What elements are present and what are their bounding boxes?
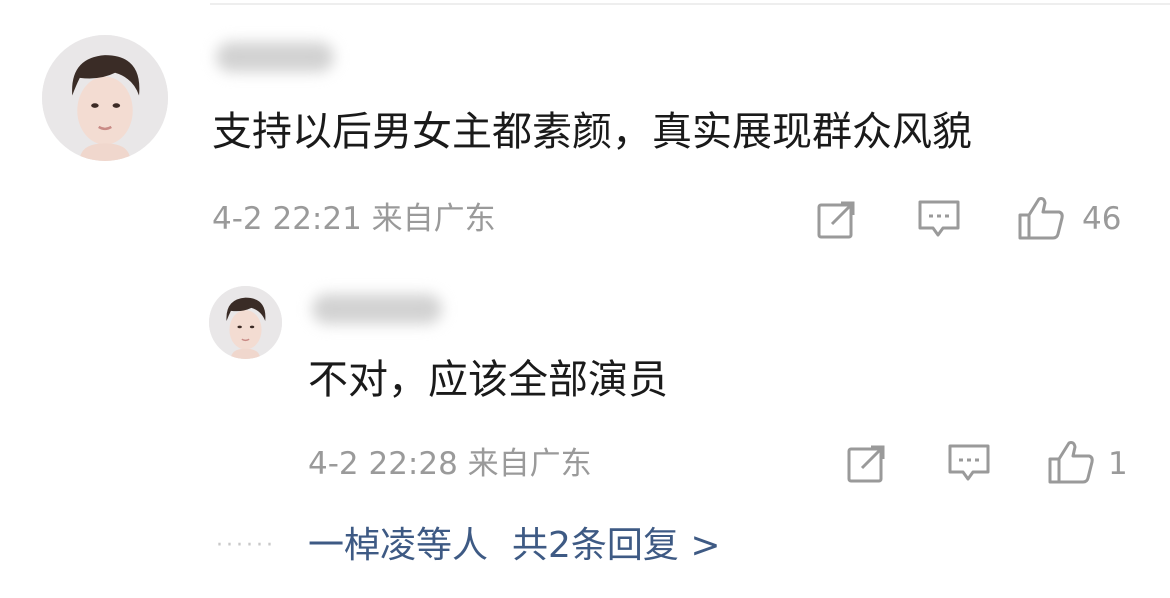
reply-thread-dots: ······ <box>216 533 276 558</box>
thumbs-up-icon[interactable] <box>1017 195 1065 241</box>
avatar[interactable] <box>42 35 168 161</box>
reply-timestamp: 4-2 22:28 来自广东 <box>308 446 592 482</box>
reply-users: 一棹凌等人 <box>308 525 489 566</box>
comment-timestamp: 4-2 22:21 来自广东 <box>212 201 496 237</box>
repost-icon[interactable] <box>816 198 858 240</box>
repost-icon[interactable] <box>846 442 888 484</box>
comment-icon[interactable] <box>947 443 991 483</box>
reply-text: 不对，应该全部演员 <box>308 357 668 403</box>
divider <box>210 3 1170 5</box>
avatar-image <box>209 286 282 359</box>
thumbs-up-icon[interactable] <box>1047 439 1095 485</box>
comment-text: 支持以后男女主都素颜，真实展现群众风貌 <box>212 109 972 155</box>
comment-icon[interactable] <box>917 199 961 239</box>
view-replies-link[interactable]: 一棹凌等人 共2条回复 > <box>308 524 721 568</box>
reply-count: 共2条回复 > <box>512 525 721 566</box>
reply-username-blurred[interactable] <box>312 294 442 324</box>
reply-avatar[interactable] <box>209 286 282 359</box>
avatar-image <box>42 35 168 161</box>
like-count: 46 <box>1082 201 1122 237</box>
reply-like-count: 1 <box>1108 446 1128 482</box>
comment-thread: 支持以后男女主都素颜，真实展现群众风貌 4-2 22:21 来自广东 46 不对… <box>0 0 1170 598</box>
username-blurred[interactable] <box>216 42 334 72</box>
